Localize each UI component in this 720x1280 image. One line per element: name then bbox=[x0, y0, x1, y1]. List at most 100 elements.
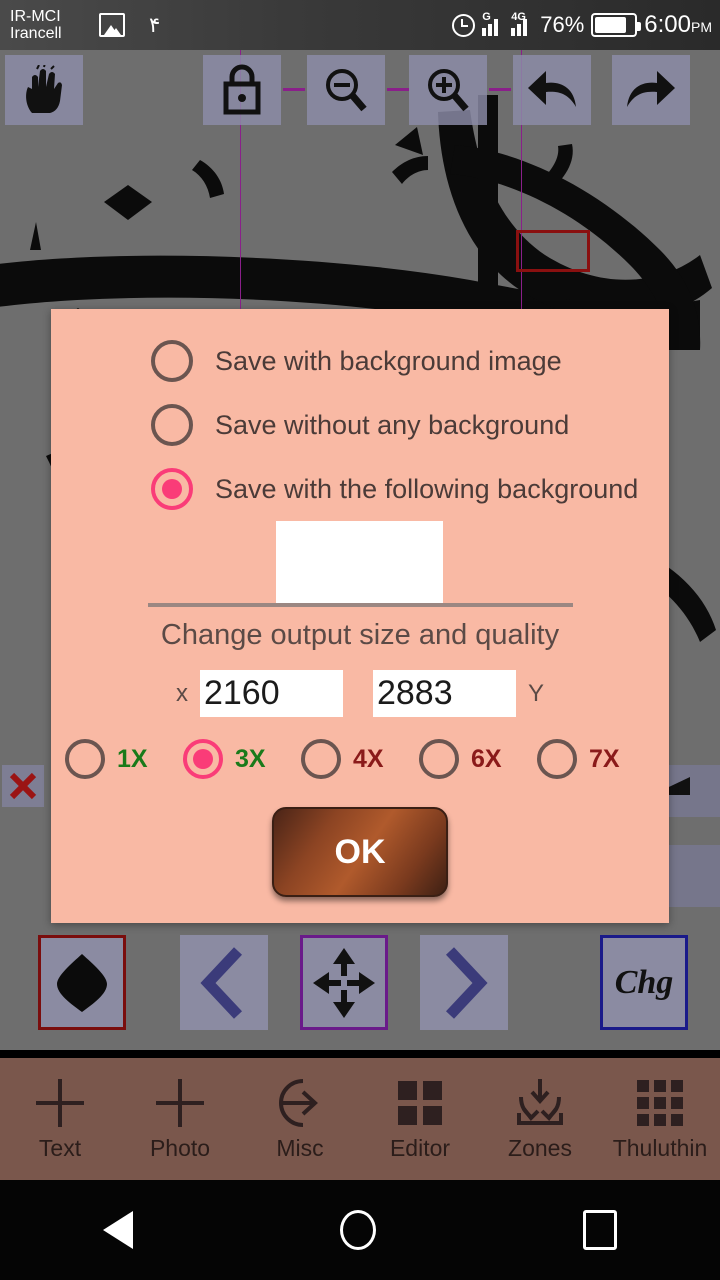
radio-1x[interactable] bbox=[65, 739, 105, 779]
status-bar: IR-MCI Irancell ۴ G 4G 76% 6:00PM bbox=[0, 0, 720, 50]
dialog-divider bbox=[148, 603, 573, 607]
multiplier-option-6x[interactable]: 6X bbox=[419, 739, 537, 779]
home-circle-icon[interactable] bbox=[339, 1210, 376, 1250]
grid-nine-icon bbox=[637, 1079, 683, 1126]
redo-arrow-icon bbox=[627, 71, 675, 107]
zoom-in-icon bbox=[428, 69, 469, 112]
nav-item-editor[interactable]: Editor bbox=[360, 1058, 480, 1180]
nav-item-text[interactable]: Text bbox=[0, 1058, 120, 1180]
arrow-into-circle-icon bbox=[279, 1078, 318, 1127]
label-3x: 3X bbox=[235, 744, 266, 773]
status-icons: G 4G 76% 6:00PM bbox=[452, 11, 720, 39]
nav-label-thuluthin: Thuluthin bbox=[612, 1134, 708, 1161]
clock-suffix: PM bbox=[691, 19, 712, 35]
back-triangle-icon[interactable] bbox=[103, 1211, 134, 1249]
height-input[interactable] bbox=[372, 670, 516, 717]
picture-icon bbox=[99, 13, 125, 37]
signal-bars-2-icon: 4G bbox=[511, 11, 533, 36]
plus-icon bbox=[156, 1077, 204, 1129]
control-strip: Chg bbox=[0, 925, 720, 1050]
multiplier-option-4x[interactable]: 4X bbox=[301, 739, 419, 779]
redo-tool-button[interactable] bbox=[612, 55, 690, 125]
next-button[interactable] bbox=[420, 935, 508, 1030]
diamond-icon bbox=[57, 953, 107, 1012]
nav-label-editor: Editor bbox=[389, 1134, 451, 1161]
clock-time: 6:00 bbox=[644, 11, 691, 38]
selection-box[interactable] bbox=[516, 230, 590, 272]
lock-tool-button[interactable] bbox=[203, 55, 281, 125]
background-color-swatch[interactable] bbox=[276, 521, 443, 603]
option-row-save-without-background[interactable]: Save without any background bbox=[51, 393, 669, 457]
toolbar-separator-2 bbox=[387, 88, 409, 91]
carrier-line-2: Irancell bbox=[10, 25, 62, 42]
chevron-right-icon bbox=[445, 946, 488, 1019]
radio-7x[interactable] bbox=[537, 739, 577, 779]
change-button-label: Chg bbox=[614, 963, 674, 1001]
change-button[interactable]: Chg bbox=[600, 935, 688, 1030]
close-x-icon bbox=[9, 772, 37, 800]
radio-3x[interactable] bbox=[183, 739, 223, 779]
multiplier-option-1x[interactable]: 1X bbox=[65, 739, 183, 779]
output-size-row: x Y bbox=[51, 670, 669, 717]
download-into-tray-icon bbox=[517, 1078, 563, 1125]
signal-1-label: G bbox=[482, 11, 491, 23]
option-row-save-with-background-image[interactable]: Save with background image bbox=[51, 329, 669, 393]
zoom-in-tool-button[interactable] bbox=[409, 55, 487, 125]
label-save-without-background: Save without any background bbox=[215, 409, 570, 440]
shape-diamond-button[interactable] bbox=[38, 935, 126, 1030]
previous-button[interactable] bbox=[180, 935, 268, 1030]
lock-icon bbox=[223, 64, 261, 115]
battery-icon bbox=[591, 13, 642, 37]
radio-4x[interactable] bbox=[301, 739, 341, 779]
label-4x: 4X bbox=[353, 744, 384, 773]
app-root: IR-MCI Irancell ۴ G 4G 76% 6:00PM Chg Te… bbox=[0, 0, 720, 1280]
recents-square-icon[interactable] bbox=[582, 1210, 617, 1250]
carrier-line-1: IR-MCI bbox=[10, 8, 61, 25]
top-toolbar bbox=[0, 55, 720, 125]
signal-2-label: 4G bbox=[511, 11, 526, 23]
alarm-clock-icon bbox=[452, 13, 476, 37]
x-axis-label: x bbox=[175, 679, 188, 707]
toolbar-separator-3 bbox=[489, 88, 511, 91]
plus-icon bbox=[36, 1077, 84, 1129]
background-color-section bbox=[51, 521, 669, 613]
radio-save-without-background[interactable] bbox=[151, 404, 193, 446]
close-button[interactable] bbox=[2, 765, 44, 807]
multiplier-option-3x[interactable]: 3X bbox=[183, 739, 301, 779]
undo-tool-button[interactable] bbox=[513, 55, 591, 125]
radio-save-with-background-image[interactable] bbox=[151, 340, 193, 382]
nav-label-zones: Zones bbox=[508, 1134, 572, 1161]
y-axis-label: Y bbox=[527, 679, 544, 707]
signal-bars-1-icon: G bbox=[482, 11, 504, 36]
option-row-save-with-following-background[interactable]: Save with the following background bbox=[51, 457, 669, 521]
carrier-name: IR-MCI Irancell bbox=[0, 8, 95, 42]
hand-tool-button[interactable] bbox=[5, 55, 83, 125]
clock: 6:00PM bbox=[644, 11, 712, 39]
width-input[interactable] bbox=[199, 670, 343, 717]
move-arrows-icon bbox=[313, 947, 375, 1018]
nav-label-photo: Photo bbox=[149, 1134, 211, 1161]
ok-button-row: OK bbox=[51, 807, 669, 897]
nav-item-photo[interactable]: Photo bbox=[120, 1058, 240, 1180]
ok-button[interactable]: OK bbox=[272, 807, 448, 897]
multiplier-option-7x[interactable]: 7X bbox=[537, 739, 655, 779]
radio-save-with-following-background[interactable] bbox=[151, 468, 193, 510]
save-options-dialog: Save with background image Save without … bbox=[51, 309, 669, 923]
label-7x: 7X bbox=[589, 744, 620, 773]
zoom-out-tool-button[interactable] bbox=[307, 55, 385, 125]
radio-6x[interactable] bbox=[419, 739, 459, 779]
bottom-nav: Text Photo Misc Editor Zones Thuluthin bbox=[0, 1058, 720, 1180]
zoom-out-icon bbox=[326, 69, 367, 112]
nav-label-text: Text bbox=[38, 1134, 82, 1161]
label-6x: 6X bbox=[471, 744, 502, 773]
nav-label-misc: Misc bbox=[276, 1134, 324, 1161]
grid-four-icon bbox=[398, 1080, 442, 1125]
nav-item-thuluthin[interactable]: Thuluthin bbox=[600, 1058, 720, 1180]
notification-count: ۴ bbox=[149, 13, 161, 37]
move-button[interactable] bbox=[300, 935, 388, 1030]
nav-item-zones[interactable]: Zones bbox=[480, 1058, 600, 1180]
nav-item-misc[interactable]: Misc bbox=[240, 1058, 360, 1180]
multiplier-row: 1X 3X 4X 6X 7X bbox=[51, 739, 669, 779]
battery-percent: 76% bbox=[540, 12, 585, 37]
toolbar-separator-1 bbox=[283, 88, 305, 91]
